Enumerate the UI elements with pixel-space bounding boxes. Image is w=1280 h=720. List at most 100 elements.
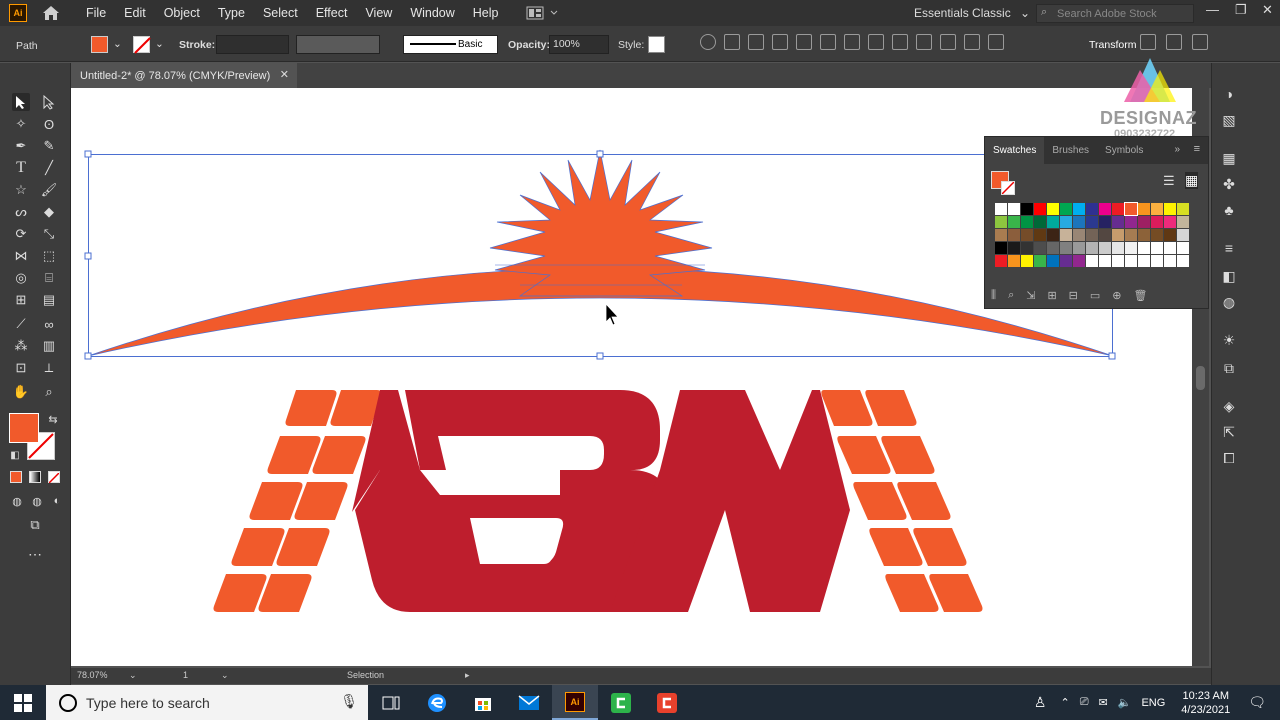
current-stroke-swatch[interactable] xyxy=(1001,181,1015,195)
swatch[interactable] xyxy=(1060,203,1072,215)
swatch[interactable] xyxy=(1060,242,1072,254)
graphic-styles-panel-icon[interactable]: ⧉ xyxy=(1220,359,1238,377)
show-swatch-kinds-icon[interactable]: ⌕ xyxy=(1008,289,1014,302)
tab-swatches[interactable]: Swatches xyxy=(985,137,1045,164)
swatch[interactable] xyxy=(1008,255,1020,267)
swatch[interactable] xyxy=(1099,203,1111,215)
tool-status[interactable]: Selection xyxy=(347,670,384,680)
vertical-scroll-thumb[interactable] xyxy=(1196,366,1205,390)
swatch[interactable] xyxy=(1164,229,1176,241)
swatch[interactable] xyxy=(1112,203,1124,215)
swatch[interactable] xyxy=(1086,216,1098,228)
swatch-libraries-icon[interactable]: ⫼ xyxy=(991,289,996,302)
swatch[interactable] xyxy=(1112,216,1124,228)
zoom-level[interactable]: 78.07% xyxy=(77,670,108,680)
volume-icon[interactable]: 🔈 xyxy=(1118,696,1132,709)
transparency-panel-icon[interactable]: ◍ xyxy=(1220,293,1238,311)
swatch[interactable] xyxy=(995,229,1007,241)
status-arrow-icon[interactable]: ▸ xyxy=(465,670,470,681)
store-icon[interactable] xyxy=(460,685,506,720)
swatch[interactable] xyxy=(1177,255,1189,267)
swatch[interactable] xyxy=(1060,255,1072,267)
swatch[interactable] xyxy=(1034,255,1046,267)
swatch[interactable] xyxy=(1138,242,1150,254)
swatch[interactable] xyxy=(1164,216,1176,228)
illustrator-taskbar-icon[interactable]: Ai xyxy=(552,685,598,720)
swatch[interactable] xyxy=(1112,255,1124,267)
swatch[interactable] xyxy=(1060,229,1072,241)
swatch[interactable] xyxy=(1099,229,1111,241)
swatch-options-icon[interactable]: ⊞ xyxy=(1047,289,1056,302)
swatch[interactable] xyxy=(995,216,1007,228)
swatch[interactable] xyxy=(995,255,1007,267)
swatch[interactable] xyxy=(1047,216,1059,228)
swatch[interactable] xyxy=(1034,242,1046,254)
list-view-icon[interactable]: ☰ xyxy=(1163,173,1175,189)
brushes-panel-icon[interactable]: ✤ xyxy=(1220,175,1238,193)
swatch[interactable] xyxy=(1021,255,1033,267)
swatch[interactable] xyxy=(1125,242,1137,254)
panel-menu-icon[interactable]: ≡ xyxy=(1194,143,1200,155)
swatch[interactable] xyxy=(1073,242,1085,254)
artboards-panel-icon[interactable]: ⧠ xyxy=(1220,449,1238,467)
swatch[interactable] xyxy=(1086,242,1098,254)
swatch[interactable] xyxy=(995,203,1007,215)
language-indicator[interactable]: ENG xyxy=(1141,697,1165,709)
swatch[interactable] xyxy=(1177,216,1189,228)
camtasia-red-icon[interactable] xyxy=(644,685,690,720)
swatch[interactable] xyxy=(1073,203,1085,215)
edge-browser-icon[interactable] xyxy=(414,685,460,720)
swatch[interactable] xyxy=(1034,216,1046,228)
swatch[interactable] xyxy=(1047,255,1059,267)
swatch[interactable] xyxy=(1164,203,1176,215)
swatch[interactable] xyxy=(1047,242,1059,254)
swatch[interactable] xyxy=(1034,229,1046,241)
swatch[interactable] xyxy=(1034,203,1046,215)
swatch[interactable] xyxy=(1021,216,1033,228)
gradient-panel-icon[interactable]: ◧ xyxy=(1220,267,1238,285)
swatch[interactable] xyxy=(1151,255,1163,267)
swatch[interactable] xyxy=(1086,255,1098,267)
delete-swatch-icon[interactable]: 🗑 xyxy=(1134,289,1148,302)
layers-icon[interactable]: ◈ xyxy=(1220,397,1238,415)
swatch[interactable] xyxy=(1021,229,1033,241)
swatch[interactable] xyxy=(1073,216,1085,228)
swatch[interactable] xyxy=(1177,242,1189,254)
swatch[interactable] xyxy=(1138,229,1150,241)
swatch[interactable] xyxy=(1164,242,1176,254)
appearance-panel-icon[interactable]: ☀ xyxy=(1220,331,1238,349)
chat-icon[interactable]: ✉ xyxy=(1099,696,1108,709)
swatch[interactable] xyxy=(995,242,1007,254)
swatch[interactable] xyxy=(1151,216,1163,228)
swatch[interactable] xyxy=(1008,203,1020,215)
color-panel-icon[interactable]: ◑ xyxy=(1220,85,1238,103)
swatch[interactable] xyxy=(1112,242,1124,254)
chevron-down-icon[interactable]: ⌄ xyxy=(221,670,229,681)
swatch[interactable] xyxy=(1008,229,1020,241)
swatch[interactable] xyxy=(1112,229,1124,241)
swatch[interactable] xyxy=(1047,203,1059,215)
show-hidden-icons-icon[interactable]: ⌃ xyxy=(1060,696,1069,709)
swatch[interactable] xyxy=(1138,216,1150,228)
swatch[interactable] xyxy=(1086,229,1098,241)
tab-symbols[interactable]: Symbols xyxy=(1097,145,1151,156)
taskbar-clock[interactable]: 10:23 AM 4/23/2021 xyxy=(1181,689,1230,717)
swatch[interactable] xyxy=(1021,203,1033,215)
notifications-icon[interactable]: 🗨 xyxy=(1248,694,1266,711)
swatch[interactable] xyxy=(1047,229,1059,241)
swatch[interactable] xyxy=(1125,229,1137,241)
export-icon[interactable]: ⇱ xyxy=(1220,423,1238,441)
swatch[interactable] xyxy=(1073,229,1085,241)
swatch[interactable] xyxy=(1125,255,1137,267)
swatch[interactable] xyxy=(1008,242,1020,254)
swatch[interactable] xyxy=(1124,202,1138,216)
swatch[interactable] xyxy=(1086,203,1098,215)
mail-icon[interactable] xyxy=(506,685,552,720)
swatch[interactable] xyxy=(1021,242,1033,254)
new-swatch-icon[interactable]: ⊕ xyxy=(1112,289,1121,302)
camtasia-green-icon[interactable] xyxy=(598,685,644,720)
layers-panel-icon[interactable]: ▧ xyxy=(1220,111,1238,129)
network-icon[interactable]: ⎚ xyxy=(1080,696,1089,709)
add-to-library-icon[interactable]: ⇲ xyxy=(1026,289,1035,302)
swatch[interactable] xyxy=(1099,242,1111,254)
